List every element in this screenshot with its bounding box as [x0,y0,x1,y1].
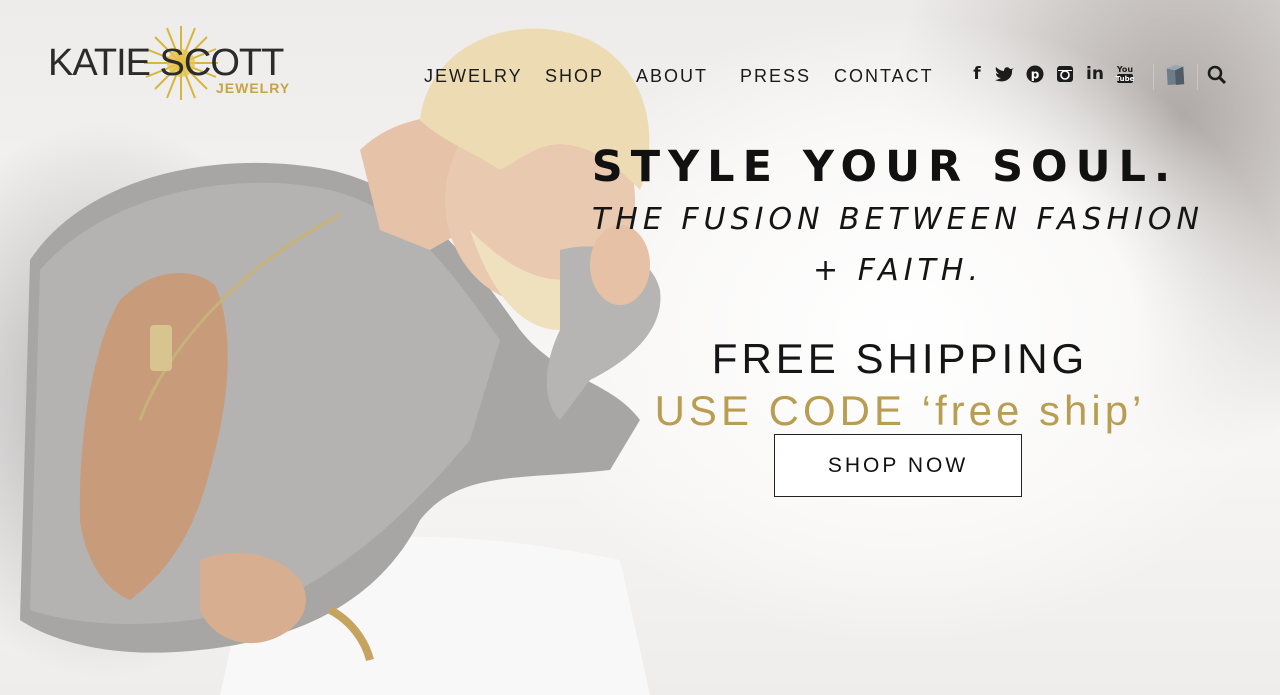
pinterest-icon[interactable]: p [1024,62,1046,86]
linkedin-icon[interactable]: in [1084,62,1106,86]
youtube-icon[interactable]: You Tube [1114,62,1136,86]
hero-subtitle-line2: + FAITH. [813,253,983,288]
nav-divider-left [1153,64,1154,90]
svg-text:You: You [1116,65,1134,74]
nav-item-shop[interactable]: SHOP [545,66,604,87]
brand-logo[interactable]: KATIE SCOTT JEWELRY [48,26,308,108]
search-icon[interactable] [1206,63,1228,87]
promo-code-text: USE CODE ‘free ship’ [654,387,1146,434]
nav-item-contact[interactable]: CONTACT [834,66,934,87]
svg-text:p: p [1031,68,1040,82]
nav-item-press[interactable]: PRESS [740,66,811,87]
svg-text:Tube: Tube [1116,75,1135,83]
twitter-icon[interactable] [994,62,1016,86]
free-shipping-heading: FREE SHIPPING [711,335,1089,382]
shopping-bag-icon[interactable] [1164,62,1186,86]
hero-tagline: STYLE YOUR SOUL. [591,142,1179,192]
instagram-icon[interactable] [1054,62,1076,86]
hero-subtitle-line1: THE FUSION BETWEEN FASHION [591,202,1204,237]
logo-wordmark: KATIE SCOTT [48,42,284,84]
logo-subtitle: JEWELRY [216,80,291,96]
shop-now-button[interactable]: SHOP NOW [774,434,1022,497]
facebook-icon[interactable]: f [966,62,988,86]
nav-divider-right [1197,64,1198,90]
nav-item-jewelry[interactable]: JEWELRY [424,66,523,87]
nav-item-about[interactable]: ABOUT [636,66,708,87]
